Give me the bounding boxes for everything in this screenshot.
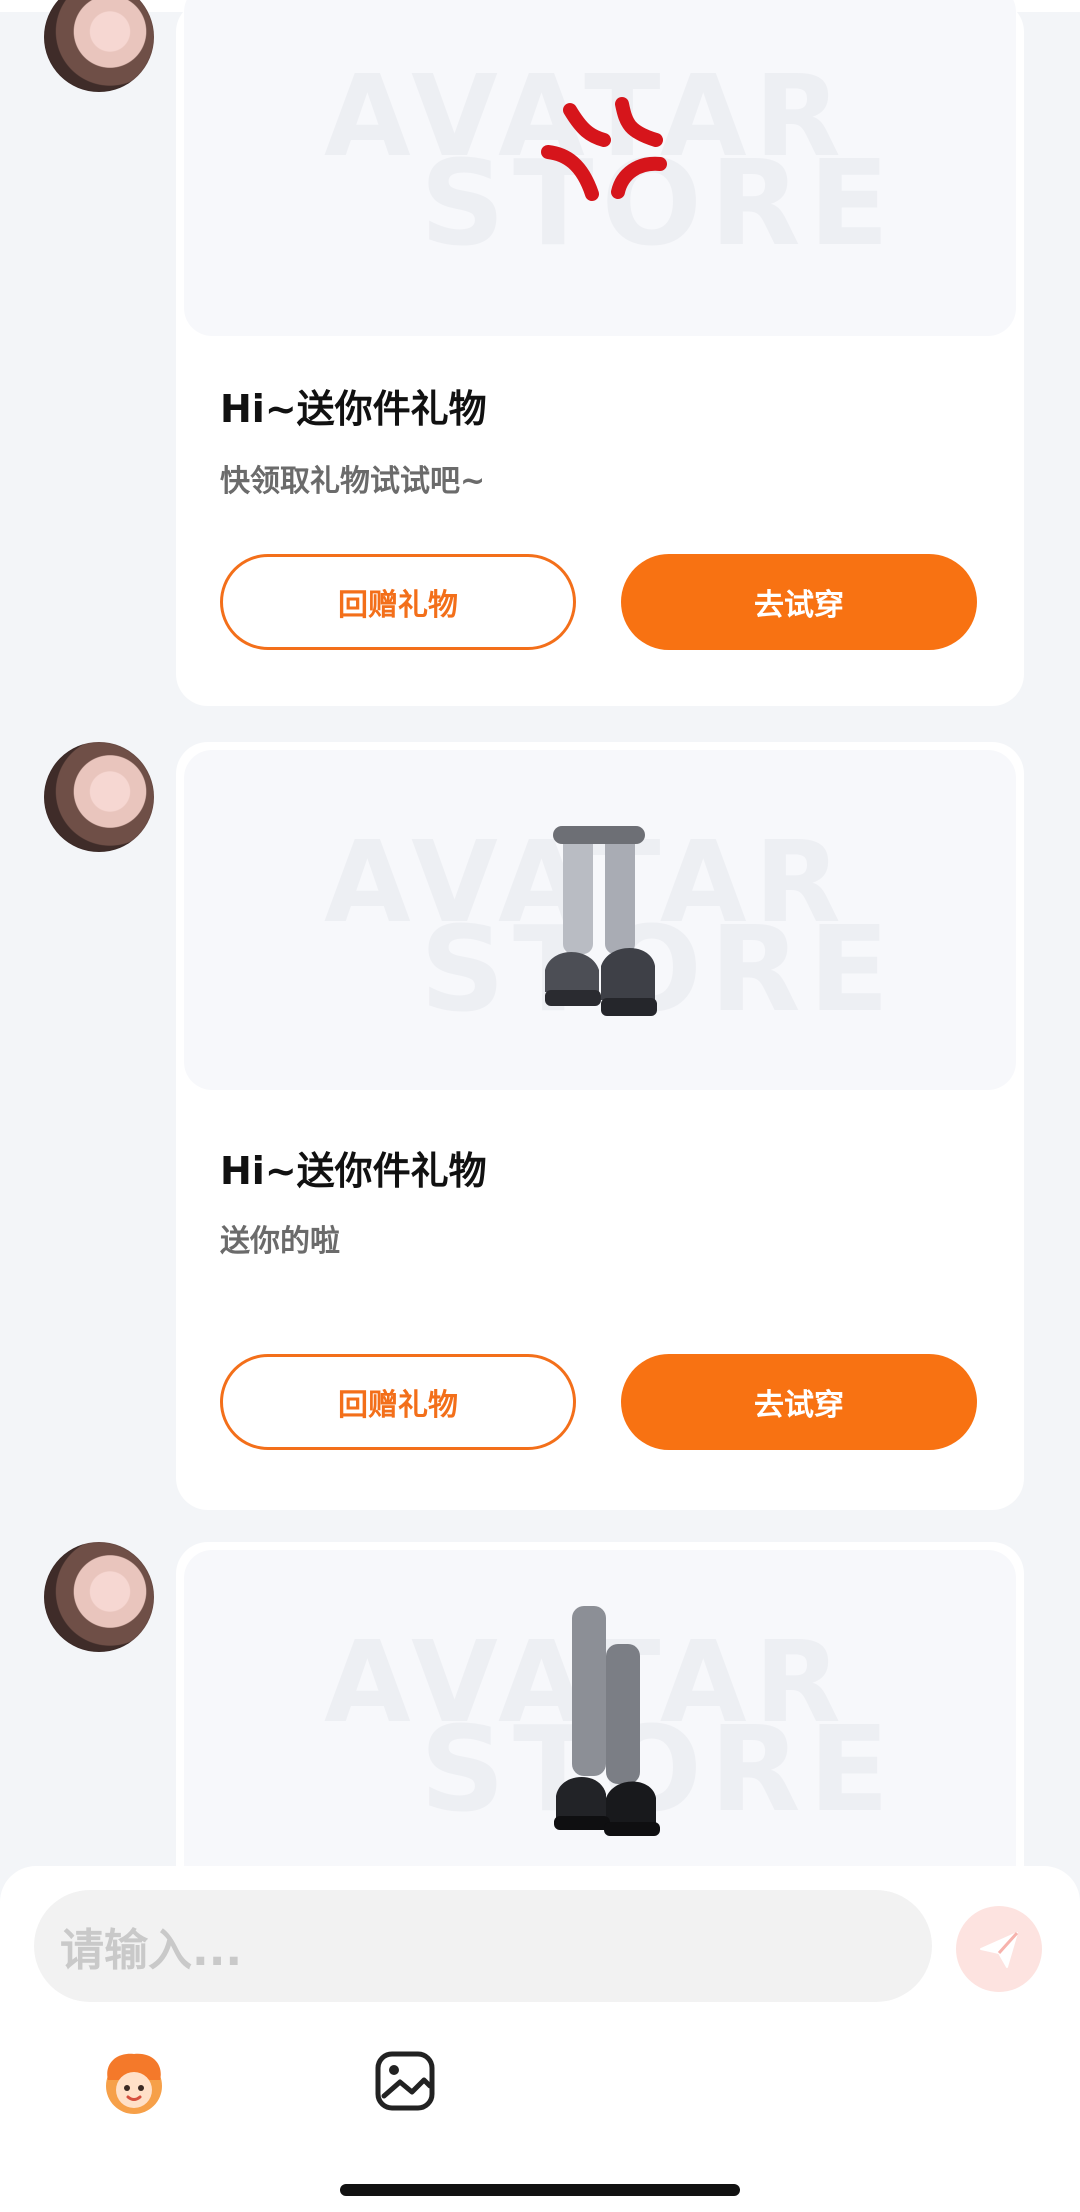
angry-emoji-icon (541, 97, 667, 201)
sender-avatar[interactable] (44, 1542, 154, 1652)
home-indicator (340, 2184, 740, 2196)
gift-preview[interactable]: AVATAR STORE (184, 0, 1016, 336)
avatar-icon[interactable] (94, 2042, 174, 2122)
shoes-socks-icon (545, 826, 657, 1016)
card-subtitle: 送你的啦 (220, 1224, 340, 1259)
gift-preview[interactable]: AVATAR STORE (184, 750, 1016, 1090)
send-icon (980, 1931, 1019, 1968)
card-title: Hi~送你件礼物 (220, 1149, 487, 1193)
boots-socks-icon (554, 1606, 660, 1836)
message-input[interactable]: 请输入... (34, 1890, 932, 2002)
image-icon[interactable] (372, 2048, 438, 2114)
try-on-button[interactable]: 去试穿 (621, 554, 977, 650)
send-button[interactable] (956, 1906, 1042, 1992)
card-subtitle: 快领取礼物试试吧~ (220, 464, 486, 499)
sender-avatar[interactable] (44, 742, 154, 852)
card-title: Hi~送你件礼物 (220, 387, 487, 431)
gift-card: AVATAR STORE Hi~送你件礼物 送你的啦 回赠礼物 去试穿 (176, 742, 1024, 1510)
composer-bar: 请输入... (0, 1866, 1080, 2212)
sender-avatar[interactable] (44, 0, 154, 92)
return-gift-button[interactable]: 回赠礼物 (220, 554, 576, 650)
gift-card: AVATAR STORE Hi~送你件礼物 快领取礼物试试吧~ 回赠礼物 去试穿 (176, 0, 1024, 706)
try-on-button[interactable]: 去试穿 (621, 1354, 977, 1450)
return-gift-button[interactable]: 回赠礼物 (220, 1354, 576, 1450)
